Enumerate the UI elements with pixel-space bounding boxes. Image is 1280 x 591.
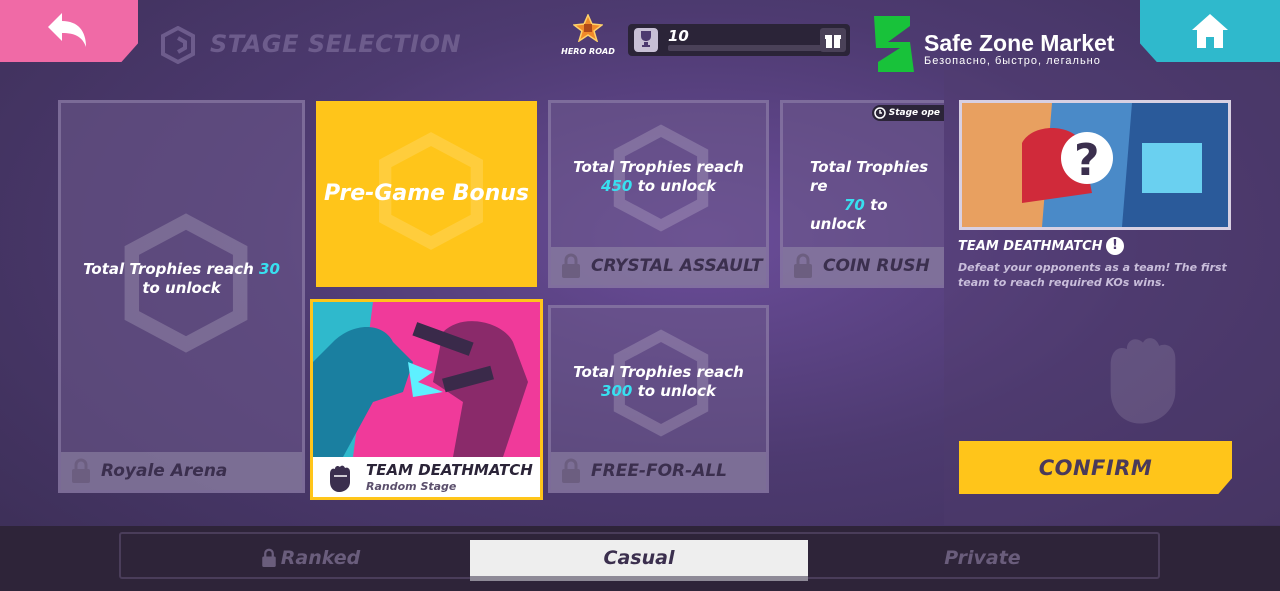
- trophy-requirement: 70: [844, 196, 865, 214]
- stage-footer: TEAM DEATHMATCH Random Stage: [313, 457, 540, 497]
- info-icon[interactable]: !: [1106, 237, 1124, 255]
- lock-icon: [562, 253, 580, 278]
- tab-private[interactable]: Private: [830, 540, 1135, 576]
- stage-logo-icon: [161, 26, 195, 64]
- home-icon: [1192, 14, 1228, 48]
- trophy-track: [668, 45, 822, 51]
- mode-description: Defeat your opponents as a team! The fir…: [958, 261, 1227, 289]
- confirm-button[interactable]: CONFIRM: [959, 441, 1232, 494]
- stage-card-royale-arena[interactable]: Total Trophies reach 30 to unlock Royale…: [58, 100, 305, 493]
- stage-name: FREE-FOR-ALL: [591, 461, 728, 481]
- stage-name: CRYSTAL ASSAULT: [591, 256, 763, 276]
- stage-subtitle: Random Stage: [366, 480, 457, 493]
- stage-preview-image: ?: [959, 100, 1231, 230]
- back-button[interactable]: [0, 0, 138, 62]
- lock-icon: [562, 458, 580, 483]
- stage-open-badge: Stage ope: [871, 105, 944, 121]
- fist-watermark-icon: [1110, 338, 1176, 424]
- lock-icon: [262, 548, 276, 567]
- stage-footer: FREE-FOR-ALL: [551, 452, 766, 490]
- stage-card-team-deathmatch[interactable]: TEAM DEATHMATCH Random Stage: [310, 299, 543, 500]
- trophy-progress-bar[interactable]: 10: [628, 24, 850, 56]
- stage-name: TEAM DEATHMATCH: [366, 461, 533, 479]
- hero-road-label: HERO ROAD: [561, 47, 615, 56]
- hero-road-button[interactable]: HERO ROAD: [561, 13, 615, 56]
- trophy-requirement: 450: [601, 177, 633, 195]
- tab-ranked[interactable]: Ranked: [160, 540, 460, 576]
- stage-footer: COIN RUSH: [783, 247, 944, 285]
- stage-name: COIN RUSH: [823, 256, 930, 276]
- stage-card-crystal-assault[interactable]: Total Trophies reach 450 to unlock CRYST…: [548, 100, 769, 288]
- lock-icon: [794, 253, 812, 278]
- stage-name: Royale Arena: [101, 461, 228, 481]
- svg-text:?: ?: [1074, 135, 1100, 186]
- home-button[interactable]: [1140, 0, 1280, 62]
- unlock-requirement: Total Trophies reach 300 to unlock: [573, 363, 744, 400]
- trophy-count: 10: [668, 27, 689, 45]
- hero-road-star-icon: [572, 13, 604, 43]
- unlock-requirement: Total Trophies re 70 to unlock: [810, 158, 929, 233]
- trophy-requirement: 30: [259, 260, 280, 278]
- fist-icon: [330, 465, 350, 492]
- trophy-icon: [634, 28, 658, 52]
- pre-game-bonus-card[interactable]: Pre-Game Bonus: [316, 101, 537, 287]
- bonus-label: Pre-Game Bonus: [323, 181, 530, 206]
- stage-card-free-for-all[interactable]: Total Trophies reach 300 to unlock FREE-…: [548, 305, 769, 493]
- brand-logo-icon: [874, 16, 914, 72]
- stage-card-coin-rush[interactable]: Stage ope Total Trophies re 70 to unlock…: [780, 100, 944, 288]
- stage-footer: CRYSTAL ASSAULT: [551, 247, 766, 285]
- lock-icon: [72, 458, 90, 483]
- brand-watermark: Safe Zone Market Безопасно, быстро, лега…: [870, 12, 1130, 74]
- brand-name: Safe Zone Market: [924, 30, 1115, 56]
- unlock-requirement: Total Trophies reach 450 to unlock: [573, 158, 744, 195]
- brand-tagline: Безопасно, быстро, легально: [924, 55, 1101, 67]
- team-deathmatch-artwork: [313, 302, 540, 457]
- trophy-requirement: 300: [601, 382, 633, 400]
- tab-casual[interactable]: Casual: [470, 540, 808, 576]
- unlock-requirement: Total Trophies reach 30 to unlock: [83, 260, 280, 297]
- gift-icon[interactable]: [820, 28, 846, 52]
- back-arrow-icon: [48, 13, 86, 47]
- stage-footer: Royale Arena: [61, 452, 302, 490]
- selected-mode-name: TEAM DEATHMATCH: [958, 239, 1103, 254]
- page-title: STAGE SELECTION: [210, 30, 462, 58]
- clock-icon: [873, 107, 886, 119]
